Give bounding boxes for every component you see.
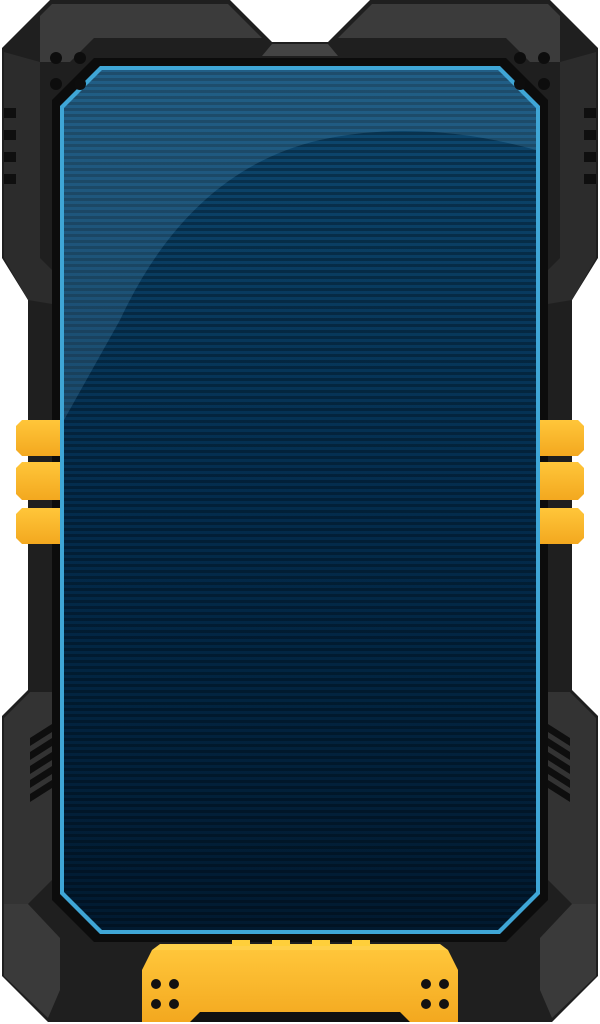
device-frame — [0, 0, 600, 1024]
frame-top-notch — [262, 44, 338, 56]
left-side-button-2[interactable] — [16, 462, 60, 500]
bottom-dock-top-ridge — [152, 944, 448, 950]
device-frame-svg — [2, 0, 598, 1022]
bottom-dock — [142, 940, 458, 1022]
right-side-button-3[interactable] — [540, 508, 584, 544]
frame-right-bevel-lower — [548, 692, 596, 904]
right-side-buttons — [540, 420, 584, 544]
left-side-buttons — [16, 420, 60, 544]
left-side-button-3[interactable] — [16, 508, 60, 544]
right-side-button-1[interactable] — [540, 420, 584, 456]
bottom-dock-slot — [190, 1012, 410, 1022]
bottom-dock-body — [142, 950, 458, 1022]
left-side-button-1[interactable] — [16, 420, 60, 456]
frame-left-bevel-lower — [4, 692, 52, 904]
right-side-button-2[interactable] — [540, 462, 584, 500]
